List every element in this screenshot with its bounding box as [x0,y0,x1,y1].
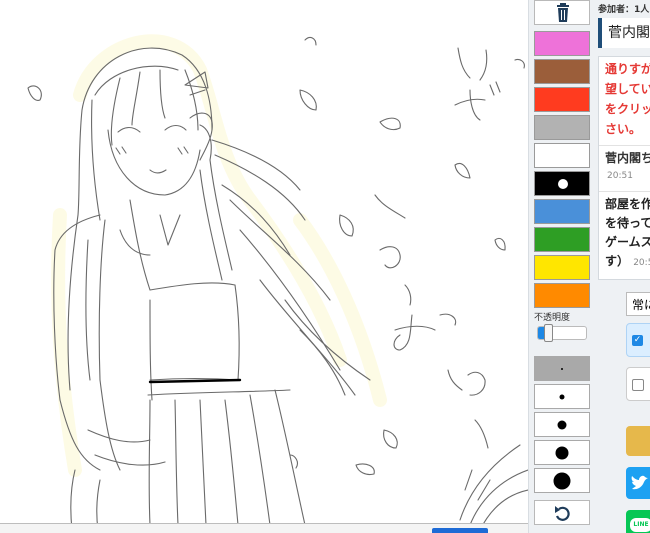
undo-icon [555,506,570,521]
drawing-canvas[interactable] [0,0,528,533]
color-swatch[interactable] [534,171,590,196]
opacity-label: 不透明度 [534,313,571,323]
participant-count: 参加者：1人 [598,5,650,15]
message-list[interactable]: 通りすが 望してい をクリッ さい。 菅内閣ち 20:51 部屋を作 を待って … [598,56,650,280]
option-checkbox-checked[interactable]: ✓ [626,323,650,357]
opacity-slider[interactable] [537,324,587,342]
sketch-drawing [27,34,528,531]
color-swatch[interactable] [534,59,590,84]
action-button[interactable] [626,426,650,456]
line-label: LINE [630,518,650,532]
chat-panel: 参加者：1人 菅内閣 通りすが 望してい をクリッ さい。 菅内閣ち 20:51… [594,0,650,533]
checkmark-icon: ✓ [632,335,643,346]
message-line: を待って [605,216,650,230]
message-author: 菅内閣ち [605,151,650,165]
color-swatch[interactable] [534,143,590,168]
canvas-scrollbar[interactable] [0,523,528,533]
checkbox-box [632,379,644,391]
brush-size-button[interactable] [534,412,590,437]
color-swatch[interactable] [534,115,590,140]
system-message-line: 望してい [605,82,650,96]
message-line: 部屋を作 [605,197,650,211]
system-message-line: さい。 [605,122,642,136]
system-message-line: をクリッ [605,102,650,116]
scroll-thumb[interactable] [432,528,488,533]
system-message: 通りすが 望してい をクリッ さい。 [605,59,650,139]
brush-size-button[interactable] [534,384,590,409]
brush-size-button[interactable] [534,356,590,381]
brush-dot-icon [557,420,567,429]
tool-palette: 不透明度 [528,0,595,533]
color-swatch[interactable] [534,87,590,112]
delete-button[interactable] [534,0,590,25]
message-body: 部屋を作 を待って ゲームス す） 20:5 [605,195,650,273]
divider [599,145,650,146]
trash-icon [557,3,569,22]
twitter-bird-icon [631,475,648,490]
message-time: 20:5 [633,258,650,268]
message-line: ゲームス [605,235,650,249]
color-swatch[interactable] [534,283,590,308]
brush-dot-icon [553,472,571,489]
line-share-button[interactable]: LINE [626,510,650,533]
color-swatch[interactable] [534,199,590,224]
brush-size-button[interactable] [534,440,590,465]
brush-size-button[interactable] [534,468,590,493]
room-title: 菅内閣 [598,18,650,48]
twitter-share-button[interactable] [626,467,650,499]
message-line: す） [605,254,630,268]
option-checkbox[interactable] [626,367,650,401]
undo-button[interactable] [534,500,590,525]
color-swatch[interactable] [534,31,590,56]
brush-dot-icon [559,394,565,399]
color-swatch[interactable] [534,255,590,280]
brush-dot-icon [555,446,569,459]
opacity-thumb[interactable] [543,324,553,342]
message-time: 20:51 [607,171,633,181]
brush-dot-icon [561,367,563,370]
display-mode-select[interactable]: 常に [626,292,650,316]
system-message-line: 通りすが [605,62,650,76]
divider [599,191,650,192]
color-swatch[interactable] [534,227,590,252]
